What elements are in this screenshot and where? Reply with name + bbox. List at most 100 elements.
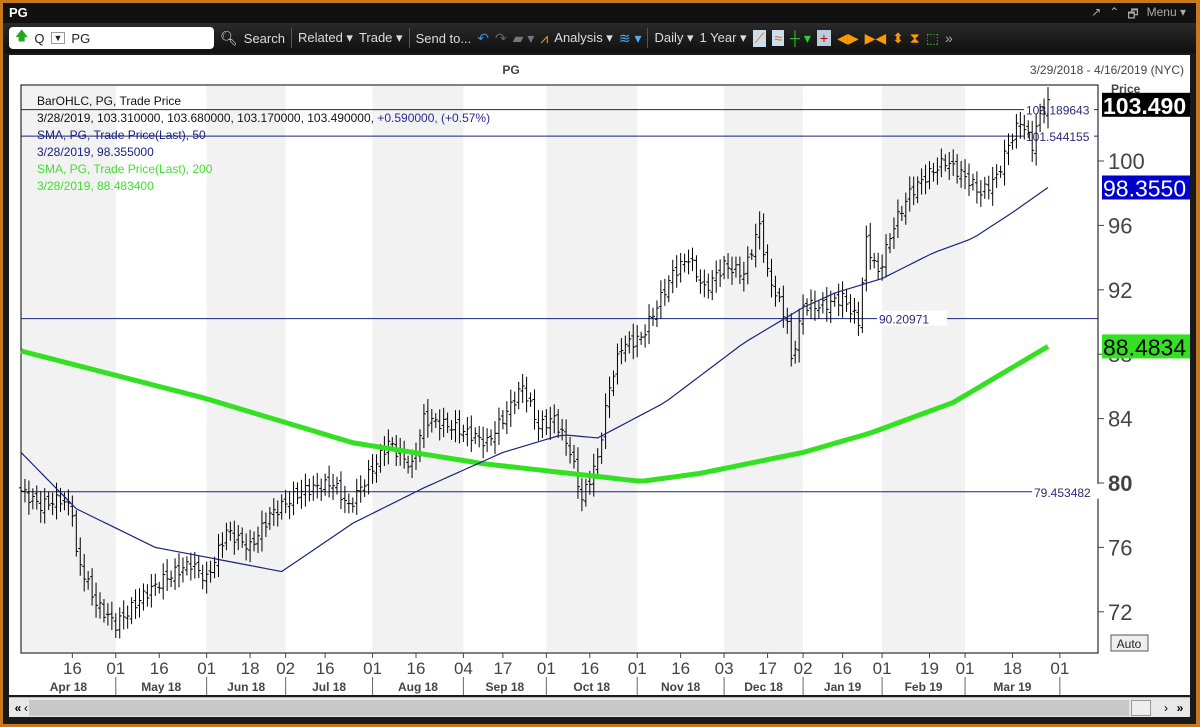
x-tick-label: 01: [628, 659, 647, 678]
line-chart-icon[interactable]: ⟋: [752, 29, 767, 47]
ohlc-bar: [504, 401, 509, 434]
ohlc-bar: [362, 479, 367, 497]
range-menu[interactable]: 1 Year ▾: [700, 30, 747, 46]
x-tick-label: 16: [671, 659, 690, 678]
ohlc-bar: [188, 552, 193, 581]
trade-menu[interactable]: Trade ▾: [359, 30, 403, 46]
compress-horizontal-icon[interactable]: ▶◀: [865, 30, 887, 47]
ohlc-bar: [718, 259, 723, 287]
scroll-thumb[interactable]: [1131, 700, 1151, 716]
more-icon[interactable]: »: [945, 30, 953, 46]
month-band: [546, 86, 638, 652]
ohlc-bar: [331, 473, 336, 501]
month-label: May 18: [141, 680, 181, 694]
ohlc-bar: [496, 407, 501, 445]
scroll-right-button[interactable]: ›: [1159, 700, 1173, 716]
scroll-track[interactable]: [29, 700, 1129, 716]
ohlc-bar: [129, 597, 134, 625]
zoom-box-icon[interactable]: +: [816, 30, 832, 46]
ohlc-bar: [117, 607, 122, 639]
horizontal-scrollbar[interactable]: « ‹ › »: [9, 697, 1190, 717]
ohlc-bar: [852, 297, 857, 324]
symbol-input[interactable]: 🡅 Q ▼ PG: [9, 27, 214, 49]
chart-title: PG: [502, 63, 519, 77]
legend-bar-title: BarOHLC, PG, Trade Price: [37, 94, 181, 108]
search-icon[interactable]: 🔍︎: [220, 30, 238, 47]
hline-label: 101.544155: [1026, 130, 1090, 144]
ohlc-bar: [493, 421, 497, 454]
x-tick-label: 01: [197, 659, 216, 678]
ohlc-bar: [145, 584, 150, 607]
y-tick-label: 100: [1108, 149, 1145, 174]
ohlc-bar: [986, 175, 991, 200]
ohlc-bar: [512, 391, 517, 415]
redo-icon[interactable]: ↷: [495, 30, 507, 47]
studies-icon[interactable]: ≋ ▾: [619, 30, 642, 47]
expand-horizontal-icon[interactable]: ◀▶: [837, 30, 859, 47]
crosshair-icon[interactable]: ┼ ▾: [790, 30, 811, 47]
ohlc-bar: [836, 283, 841, 317]
send-to-menu[interactable]: Send to...: [416, 31, 472, 46]
ohlc-bar: [358, 475, 363, 503]
up-arrow-icon: 🡅: [15, 28, 29, 43]
ohlc-bar: [366, 459, 371, 495]
ohlc-bar: [1006, 133, 1011, 166]
related-menu[interactable]: Related ▾: [298, 30, 353, 46]
folder-icon[interactable]: ▰ ▾: [513, 30, 535, 47]
analysis-menu[interactable]: Analysis ▾: [554, 30, 613, 46]
ohlc-bar: [295, 482, 300, 505]
ohlc-bar: [1018, 111, 1023, 139]
symbol-type-dropdown[interactable]: ▼: [50, 32, 66, 44]
interval-menu[interactable]: Daily ▾: [654, 30, 693, 46]
ohlc-bar: [354, 478, 359, 515]
ohlc-bar: [287, 491, 292, 520]
legend-sma50-title: SMA, PG, Trade Price(Last), 50: [37, 128, 206, 142]
symbol-type[interactable]: Q: [34, 31, 44, 46]
ohlc-bar: [346, 493, 351, 514]
symbol-value[interactable]: PG: [71, 31, 90, 46]
ohlc-bar: [481, 426, 486, 459]
last-price-tag: 103.490: [1103, 93, 1186, 119]
scroll-end-button[interactable]: »: [1173, 700, 1187, 716]
ohlc-bar: [508, 389, 513, 427]
x-tick-label: 18: [1003, 659, 1022, 678]
ohlc-bar: [536, 410, 541, 441]
ohlc-bar: [500, 409, 505, 430]
ohlc-bar: [137, 588, 142, 618]
search-button[interactable]: Search: [244, 31, 285, 46]
y-tick-label: 92: [1108, 278, 1132, 303]
ohlc-bar: [651, 307, 655, 327]
ohlc-bar: [967, 163, 971, 196]
ohlc-bar: [714, 260, 719, 293]
ohlc-bar: [485, 428, 490, 453]
ohlc-bar: [706, 273, 711, 299]
compare-chart-icon[interactable]: ≈: [772, 30, 785, 46]
compress-vertical-icon[interactable]: ⧗: [910, 30, 920, 47]
ohlc-bar: [674, 255, 679, 288]
ohlc-bar: [682, 253, 687, 273]
chart-area[interactable]: PG 3/29/2018 - 4/16/2019 (NYC) Price 103…: [9, 55, 1190, 695]
month-band: [372, 86, 464, 652]
ohlc-bar: [161, 563, 166, 600]
ohlc-bar: [524, 376, 529, 413]
auto-scale-label: Auto: [1117, 637, 1142, 651]
ohlc-bar: [315, 472, 320, 499]
ohlc-bar: [970, 173, 975, 191]
ohlc-bar: [125, 605, 130, 629]
ohlc-bar: [876, 252, 881, 281]
x-tick-label: 16: [63, 659, 82, 678]
ohlc-bar: [184, 556, 189, 576]
ohlc-bar: [658, 280, 663, 319]
hline-label: 103.189643: [1026, 104, 1090, 118]
x-tick-label: 16: [580, 659, 599, 678]
x-tick-label: 04: [454, 659, 473, 678]
ohlc-bar: [812, 290, 817, 321]
select-icon[interactable]: ⬚: [926, 30, 939, 47]
expand-vertical-icon[interactable]: ⬍: [892, 30, 904, 47]
ohlc-bar: [327, 465, 332, 498]
toolbar: 🡅 Q ▼ PG 🔍︎ Search Related ▾ Trade ▾ Sen…: [3, 23, 1196, 53]
ohlc-bar: [694, 255, 699, 283]
x-tick-label: 01: [106, 659, 125, 678]
undo-icon[interactable]: ↶: [477, 30, 489, 47]
y-tick-label: 80: [1108, 471, 1132, 496]
